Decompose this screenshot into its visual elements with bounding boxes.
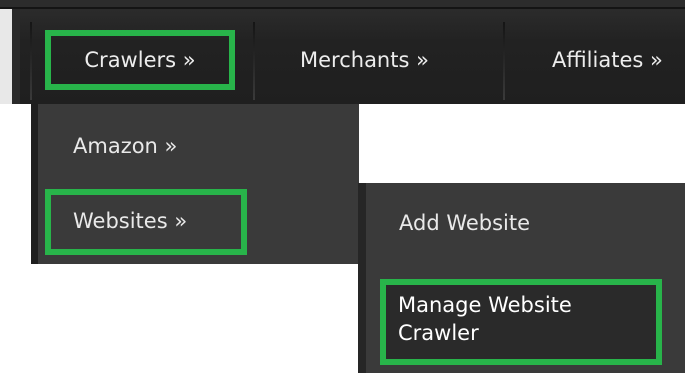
nav-item-merchants[interactable]: Merchants » bbox=[300, 30, 429, 90]
menu-item-manage-label: Manage Website Crawler bbox=[398, 293, 572, 345]
left-edge bbox=[0, 9, 12, 104]
menu-item-amazon[interactable]: Amazon » bbox=[73, 134, 177, 158]
nav-item-crawlers[interactable]: Crawlers » bbox=[45, 30, 235, 90]
nav-separator bbox=[253, 22, 255, 100]
menu-item-websites[interactable]: Websites » bbox=[45, 189, 247, 255]
nav-item-affiliates[interactable]: Affiliates » bbox=[552, 30, 663, 90]
crawlers-dropdown-edge bbox=[31, 104, 38, 264]
nav-separator bbox=[30, 22, 32, 100]
top-strip bbox=[0, 0, 685, 9]
left-edge-inner bbox=[12, 9, 20, 104]
menu-item-add-website[interactable]: Add Website bbox=[399, 211, 530, 235]
nav-separator bbox=[503, 22, 505, 100]
menu-item-manage-website-crawler[interactable]: Manage Website Crawler bbox=[380, 279, 662, 365]
websites-dropdown-edge bbox=[358, 183, 366, 373]
